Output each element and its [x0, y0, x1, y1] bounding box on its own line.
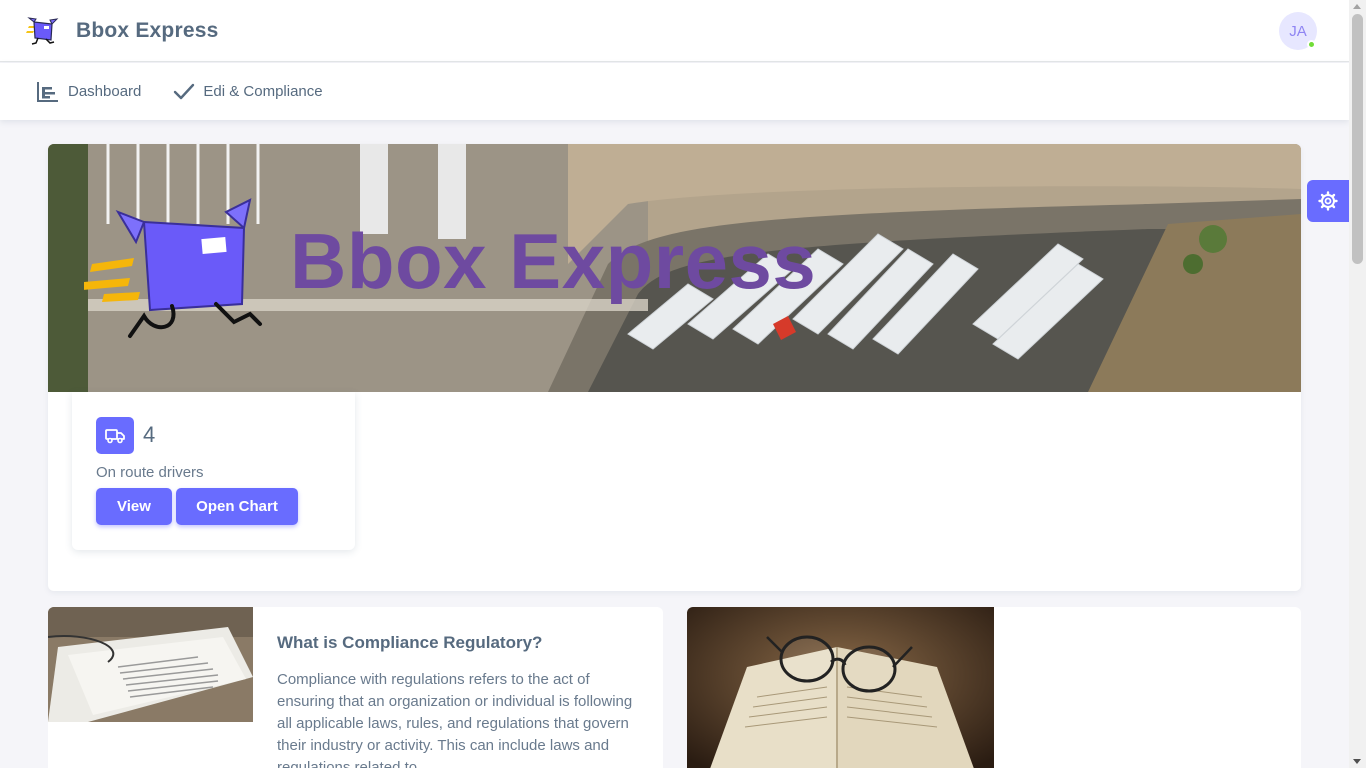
truck-icon	[96, 417, 134, 454]
on-route-drivers-card: 4 On route drivers View Open Chart	[72, 392, 355, 550]
box-mascot-icon	[84, 198, 262, 338]
brand-name: Bbox Express	[76, 18, 219, 42]
nav-label-dashboard: Dashboard	[68, 83, 142, 100]
view-button[interactable]: View	[96, 488, 172, 525]
main-nav: Dashboard Edi & Compliance	[0, 63, 1349, 120]
book-glasses-image	[687, 607, 994, 768]
check-icon	[174, 83, 195, 99]
bar-chart-icon	[37, 81, 58, 102]
nav-item-dashboard[interactable]: Dashboard	[36, 81, 141, 103]
brand[interactable]: Bbox Express	[26, 16, 218, 46]
book-image-card	[687, 607, 1301, 768]
documents-image	[48, 607, 253, 722]
open-chart-button[interactable]: Open Chart	[176, 488, 298, 525]
nav-item-edi-compliance[interactable]: Edi & Compliance	[173, 82, 323, 102]
scroll-down-arrow-icon[interactable]	[1353, 759, 1361, 764]
compliance-text: Compliance with regulations refers to th…	[277, 671, 633, 768]
hero-banner: Bbox Express	[48, 144, 1301, 392]
online-status-dot	[1307, 40, 1316, 49]
hero-card: Bbox Express 4 On route drivers View Ope…	[48, 144, 1301, 591]
box-mascot-logo-icon	[26, 16, 59, 45]
nav-label-edi-compliance: Edi & Compliance	[203, 83, 323, 100]
user-avatar[interactable]: JA	[1279, 12, 1317, 50]
scroll-up-arrow-icon[interactable]	[1353, 4, 1361, 9]
on-route-drivers-label: On route drivers	[96, 464, 204, 481]
hero-title: Bbox Express	[290, 217, 817, 305]
compliance-title: What is Compliance Regulatory?	[277, 633, 543, 652]
avatar-initials: JA	[1289, 22, 1307, 40]
top-bar: Bbox Express JA	[0, 0, 1349, 62]
on-route-drivers-count: 4	[143, 422, 156, 447]
gear-icon	[1318, 191, 1338, 211]
settings-button[interactable]	[1307, 180, 1349, 222]
scrollbar-thumb[interactable]	[1352, 14, 1363, 264]
compliance-info-card: What is Compliance Regulatory? Complianc…	[48, 607, 663, 768]
page-scrollbar[interactable]	[1349, 0, 1366, 768]
